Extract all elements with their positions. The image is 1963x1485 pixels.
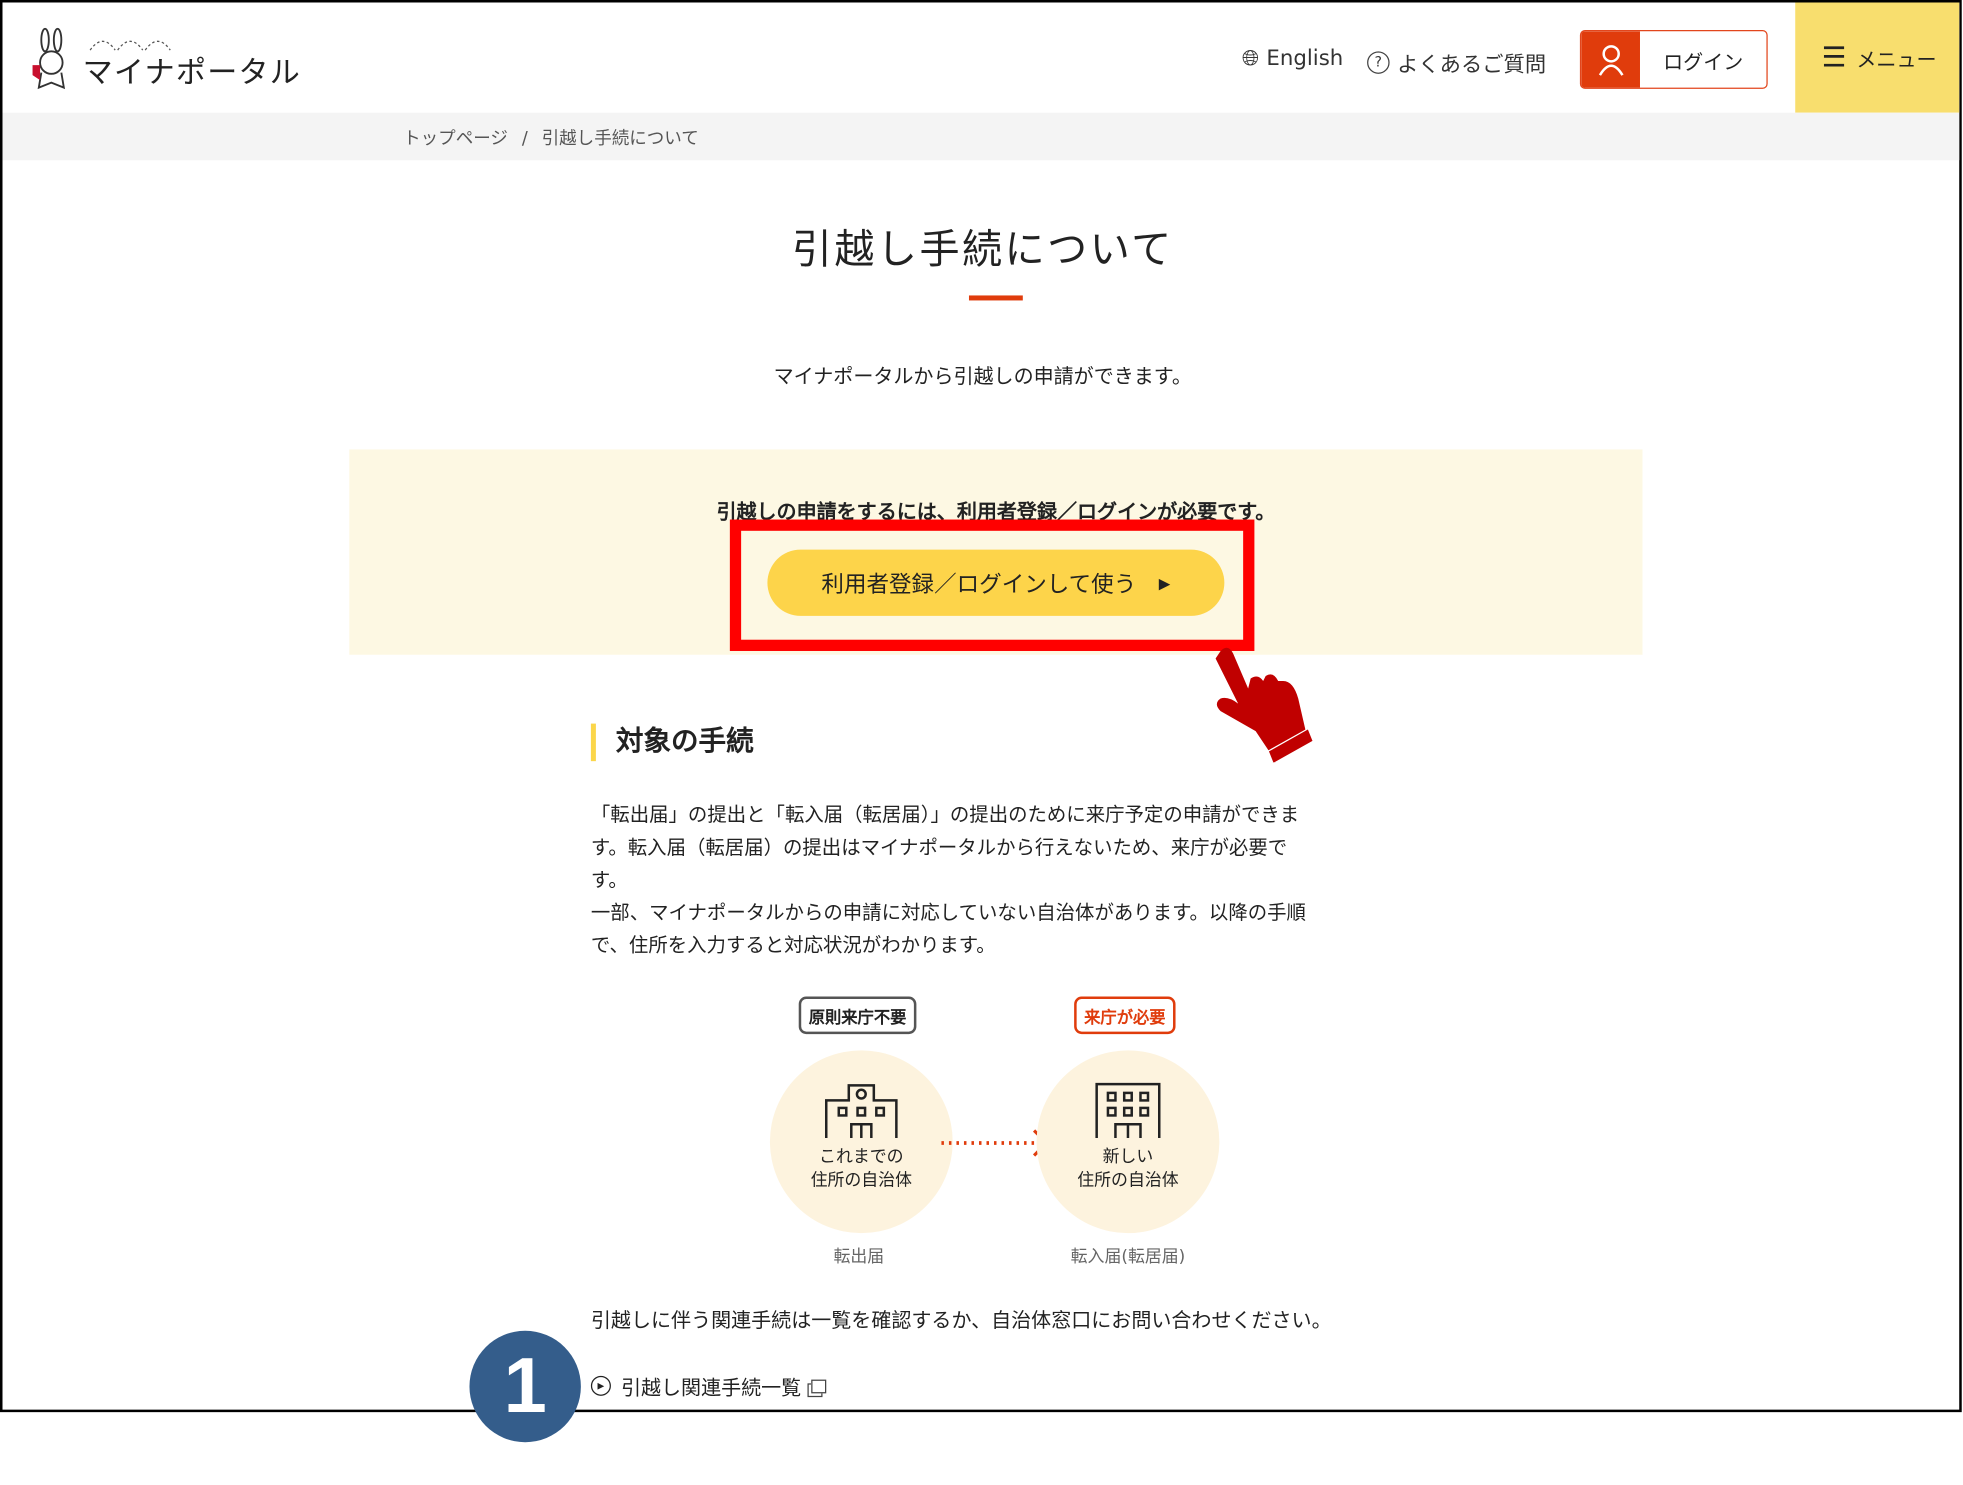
english-label: English (1266, 46, 1344, 72)
step-number-badge: 1 (469, 1330, 581, 1443)
faq-label: よくあるご質問 (1397, 52, 1547, 78)
description-paragraph: 「転出届」の提出と「転入届（転居届）」の提出のために来庁予定の申請ができま す。… (591, 799, 1405, 962)
pointing-hand-icon (1215, 647, 1315, 763)
city-hall-icon (825, 1084, 898, 1138)
page-subtitle: マイナポータルから引越しの申請ができます。 (773, 364, 1192, 389)
title-underline (968, 295, 1023, 301)
dotted-arrow-icon (941, 1129, 1049, 1157)
login-button[interactable]: ログイン (1579, 30, 1768, 89)
circle-label: 住所の自治体 (1077, 1170, 1179, 1191)
related-link-label: 引越し関連手続一覧 (620, 1375, 802, 1400)
moving-in-caption: 転入届(転居届) (1070, 1246, 1186, 1267)
current-municipality-circle: これまでの 住所の自治体 (769, 1050, 953, 1234)
office-building-icon (1095, 1082, 1161, 1138)
paragraph-line: す。 (590, 868, 628, 892)
no-visit-badge: 原則来庁不要 (798, 996, 917, 1035)
question-circle-icon: ? (1367, 50, 1390, 74)
related-text: 引越しに伴う関連手続は一覧を確認するか、自治体窓口にお問い合わせください。 (590, 1308, 1332, 1333)
site-header: マイナポータル 🌐︎ English ? よくあるご質問 ログイン ☰ メニュー (2, 2, 1960, 113)
breadcrumb-separator: / (521, 128, 528, 149)
menu-label: メニュー (1856, 47, 1937, 72)
breadcrumb: トップページ / 引越し手続について (2, 112, 1960, 161)
faq-link[interactable]: ? よくあるご質問 (1367, 46, 1547, 78)
breadcrumb-current: 引越し手続について (541, 128, 699, 149)
breadcrumb-home[interactable]: トップページ (403, 129, 508, 149)
english-link[interactable]: 🌐︎ English (1242, 46, 1343, 71)
related-procedures-link[interactable]: ▶ 引越し関連手続一覧 (590, 1371, 827, 1401)
user-icon (1581, 31, 1640, 88)
external-window-icon (811, 1378, 827, 1393)
highlight-box (729, 519, 1255, 651)
circle-label: これまでの (819, 1146, 904, 1167)
globe-icon: 🌐︎ (1241, 46, 1259, 72)
paragraph-line: で、住所を入力すると対応状況がわかります。 (590, 933, 996, 957)
logo-text[interactable]: マイナポータル (83, 48, 301, 92)
paragraph-line: 一部、マイナポータルからの申請に対応していない自治体があります。以降の手順 (590, 901, 1306, 924)
paragraph-line: 「転出届」の提出と「転入届（転居届）」の提出のために来庁予定の申請ができま (590, 803, 1300, 827)
mascot-logo-icon (32, 27, 66, 90)
circle-label: 住所の自治体 (810, 1170, 913, 1191)
menu-button[interactable]: ☰ メニュー (1795, 2, 1960, 113)
moving-out-caption: 転出届 (833, 1246, 885, 1267)
paragraph-line: す。転入届（転居届）の提出はマイナポータルから行えないため、来庁が必要で (590, 836, 1288, 859)
new-municipality-circle: 新しい 住所の自治体 (1036, 1050, 1220, 1234)
circle-label: 新しい (1102, 1146, 1154, 1167)
page-title: 引越し手続について (791, 225, 1174, 273)
browser-page: マイナポータル 🌐︎ English ? よくあるご質問 ログイン ☰ メニュー… (0, 0, 1962, 1413)
login-label: ログイン (1663, 49, 1744, 74)
hamburger-icon: ☰ (1821, 41, 1847, 74)
visit-required-badge: 来庁が必要 (1074, 996, 1176, 1035)
play-circle-icon: ▶ (590, 1375, 611, 1396)
section-heading: 対象の手続 (590, 723, 754, 762)
